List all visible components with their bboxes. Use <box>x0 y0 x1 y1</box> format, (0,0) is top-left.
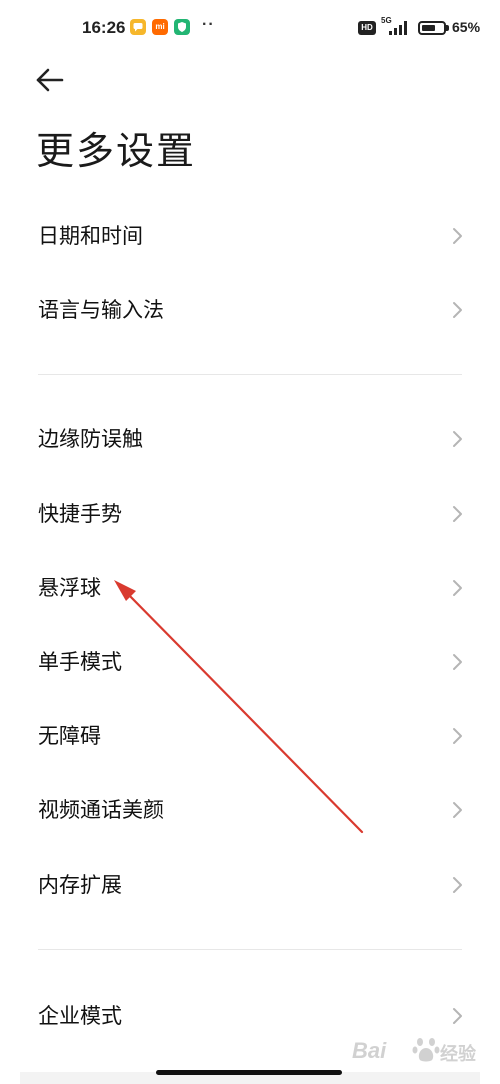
more-notifications-indicator: ·· <box>202 16 215 33</box>
security-shield-icon <box>174 19 190 35</box>
chevron-right-icon <box>453 431 462 447</box>
section-divider <box>38 949 462 950</box>
chevron-right-icon <box>453 802 462 818</box>
watermark: Bai 经验 <box>352 1030 492 1070</box>
settings-item-label: 语言与输入法 <box>38 298 164 322</box>
settings-item-date-time[interactable]: 日期和时间 <box>0 203 500 269</box>
settings-item-floating-ball[interactable]: 悬浮球 <box>0 555 500 621</box>
hd-voice-badge: HD <box>358 21 376 35</box>
settings-item-video-call-beauty[interactable]: 视频通话美颜 <box>0 777 500 843</box>
battery-percent-text: 65% <box>452 19 481 35</box>
chevron-right-icon <box>453 654 462 670</box>
settings-item-accessibility[interactable]: 无障碍 <box>0 703 500 769</box>
battery-icon <box>418 21 446 35</box>
settings-item-label: 日期和时间 <box>38 224 143 248</box>
battery-level-fill <box>422 25 435 31</box>
settings-item-label: 单手模式 <box>38 650 122 674</box>
page-title: 更多设置 <box>36 129 197 173</box>
battery-tip <box>446 25 449 31</box>
chevron-right-icon <box>453 302 462 318</box>
settings-item-edge-touch-protection[interactable]: 边缘防误触 <box>0 406 500 472</box>
watermark-text-2: 经验 <box>440 1044 476 1065</box>
back-button[interactable] <box>30 62 70 98</box>
settings-item-label: 内存扩展 <box>38 873 122 897</box>
chevron-right-icon <box>453 228 462 244</box>
settings-item-label: 悬浮球 <box>38 576 101 600</box>
settings-item-label: 无障碍 <box>38 724 101 748</box>
section-divider <box>38 374 462 375</box>
settings-item-language-input[interactable]: 语言与输入法 <box>0 277 500 343</box>
status-time: 16:26 <box>82 18 126 37</box>
status-bar: 16:26 mi ·· HD 5G 65% <box>0 0 500 56</box>
cellular-signal-icon <box>389 21 407 35</box>
chevron-right-icon <box>453 728 462 744</box>
home-indicator[interactable] <box>156 1070 342 1075</box>
paw-icon <box>412 1038 440 1062</box>
settings-item-memory-extension[interactable]: 内存扩展 <box>0 852 500 918</box>
settings-item-label: 企业模式 <box>38 1004 122 1028</box>
chevron-right-icon <box>453 877 462 893</box>
chevron-right-icon <box>453 580 462 596</box>
chevron-right-icon <box>453 1008 462 1024</box>
mi-app-icon: mi <box>152 19 168 35</box>
settings-item-gestures[interactable]: 快捷手势 <box>0 481 500 547</box>
settings-item-label: 边缘防误触 <box>38 427 143 451</box>
settings-item-one-handed-mode[interactable]: 单手模式 <box>0 629 500 695</box>
settings-item-label: 视频通话美颜 <box>38 798 164 822</box>
message-icon <box>130 19 146 35</box>
back-arrow-icon <box>36 68 64 92</box>
watermark-text-1: Bai <box>352 1038 387 1063</box>
mi-app-label: mi <box>155 22 165 31</box>
settings-item-label: 快捷手势 <box>38 502 122 526</box>
chevron-right-icon <box>453 506 462 522</box>
